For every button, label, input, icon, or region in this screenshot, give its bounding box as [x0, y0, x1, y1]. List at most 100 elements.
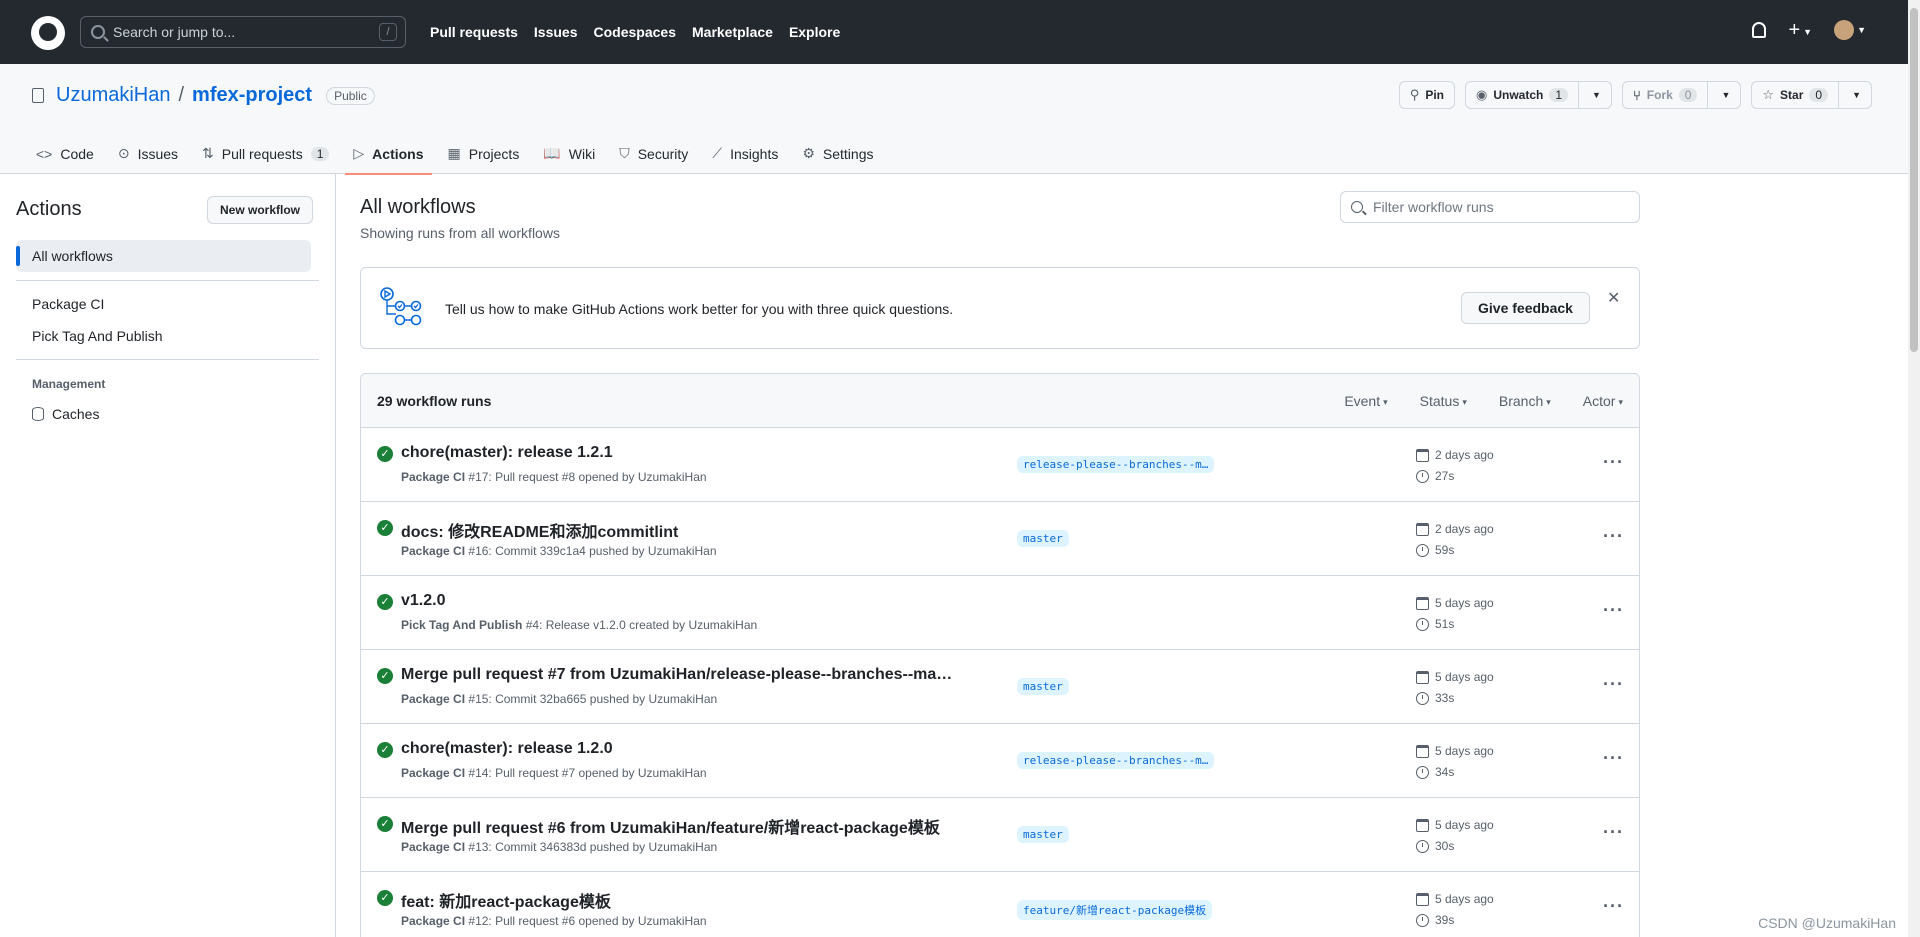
filter-branch-dropdown[interactable]: Branch ▾: [1499, 393, 1551, 409]
github-logo-icon[interactable]: [31, 16, 65, 50]
run-date-text: 2 days ago: [1435, 522, 1494, 536]
workflow-run-row[interactable]: ✓ docs: 修改README和添加commitlint Package CI…: [361, 502, 1639, 576]
search-input[interactable]: Search or jump to... /: [80, 16, 406, 48]
repo-name-link[interactable]: mfex-project: [192, 84, 312, 107]
kebab-menu-icon[interactable]: ···: [1603, 674, 1624, 695]
run-date: 5 days ago: [1416, 744, 1494, 758]
run-title-link[interactable]: chore(master): release 1.2.0: [401, 740, 613, 758]
stopwatch-icon: [1416, 691, 1429, 705]
filter-event-dropdown[interactable]: Event ▾: [1344, 393, 1387, 409]
run-duration: 30s: [1416, 839, 1454, 853]
tab-code[interactable]: <> Code: [24, 133, 106, 174]
unwatch-count: 1: [1549, 88, 1569, 102]
branch-label[interactable]: master: [1017, 530, 1069, 547]
unwatch-button[interactable]: ◉ Unwatch 1: [1464, 81, 1580, 109]
branch-label[interactable]: master: [1017, 678, 1069, 695]
caret-down-icon: ▼: [1592, 90, 1601, 100]
run-date: 5 days ago: [1416, 670, 1494, 684]
nav-issues[interactable]: Issues: [534, 24, 578, 40]
create-new-menu[interactable]: + ▼: [1788, 20, 1812, 40]
caret-down-icon: ▾: [1383, 396, 1388, 407]
kebab-menu-icon[interactable]: ···: [1603, 748, 1624, 769]
kebab-menu-icon[interactable]: ···: [1603, 896, 1624, 917]
close-icon[interactable]: ✕: [1607, 288, 1620, 308]
workflow-run-row[interactable]: ✓ Merge pull request #6 from UzumakiHan/…: [361, 798, 1639, 872]
sidebar-item-all-workflows[interactable]: All workflows: [16, 240, 311, 272]
tab-wiki[interactable]: 📖 Wiki: [531, 133, 607, 174]
run-title-link[interactable]: docs: 修改README和添加commitlint: [401, 518, 678, 542]
run-meta: Pick Tag And Publish #4: Release v1.2.0 …: [401, 618, 757, 632]
tab-pull-requests[interactable]: ⇅ Pull requests 1: [190, 133, 341, 174]
tab-label: Wiki: [568, 145, 596, 162]
pin-button[interactable]: ⚲ Pin: [1398, 81, 1455, 109]
filter-workflow-runs-input[interactable]: Filter workflow runs: [1340, 191, 1640, 223]
tab-label: Issues: [137, 145, 179, 162]
caret-down-icon: ▾: [1546, 396, 1551, 407]
stopwatch-icon: [1416, 765, 1429, 779]
branch-label[interactable]: release-please--branches--m…: [1017, 456, 1215, 473]
pin-label: Pin: [1425, 88, 1444, 102]
tab-label: Insights: [730, 145, 779, 162]
sidebar-item-caches[interactable]: Caches: [32, 406, 99, 422]
repo-owner-link[interactable]: UzumakiHan: [56, 84, 170, 107]
feedback-banner: Tell us how to make GitHub Actions work …: [360, 267, 1640, 349]
pull-request-icon: ⇅: [202, 145, 214, 161]
branch-label[interactable]: feature/新增react-package模板: [1017, 900, 1213, 920]
workflow-run-row[interactable]: ✓ chore(master): release 1.2.1 Package C…: [361, 428, 1639, 502]
kebab-menu-icon[interactable]: ···: [1603, 452, 1624, 473]
tab-settings[interactable]: ⚙ Settings: [790, 133, 885, 174]
run-title-link[interactable]: feat: 新加react-package模板: [401, 888, 611, 912]
calendar-icon: [1416, 892, 1429, 906]
run-title-link[interactable]: Merge pull request #7 from UzumakiHan/re…: [401, 666, 961, 684]
graph-icon: ⟋: [712, 145, 723, 161]
run-detail: #13: Commit 346383d pushed by UzumakiHan: [468, 840, 718, 854]
workflow-run-row[interactable]: ✓ v1.2.0 Pick Tag And Publish #4: Releas…: [361, 576, 1639, 650]
kebab-menu-icon[interactable]: ···: [1603, 822, 1624, 843]
give-feedback-button[interactable]: Give feedback: [1461, 292, 1590, 324]
tab-insights[interactable]: ⟋ Insights: [700, 133, 790, 174]
tab-projects[interactable]: ▦ Projects: [436, 133, 532, 174]
notifications-bell-icon[interactable]: [1752, 22, 1767, 38]
run-title-link[interactable]: Merge pull request #6 from UzumakiHan/fe…: [401, 814, 940, 838]
scrollbar-thumb[interactable]: [1910, 8, 1918, 352]
filter-actor-dropdown[interactable]: Actor ▾: [1583, 393, 1623, 409]
unwatch-dropdown-button[interactable]: ▼: [1579, 81, 1612, 109]
new-workflow-button[interactable]: New workflow: [207, 196, 314, 224]
filter-placeholder: Filter workflow runs: [1373, 199, 1494, 215]
play-icon: ▷: [353, 145, 365, 161]
kebab-menu-icon[interactable]: ···: [1603, 526, 1624, 547]
run-title-link[interactable]: chore(master): release 1.2.1: [401, 444, 613, 462]
sidebar-item-pick-tag-and-publish[interactable]: Pick Tag And Publish: [16, 320, 311, 352]
branch-label[interactable]: release-please--branches--m…: [1017, 752, 1215, 769]
success-check-icon: ✓: [377, 594, 393, 610]
gear-icon: ⚙: [802, 145, 815, 161]
workflow-run-row[interactable]: ✓ Merge pull request #7 from UzumakiHan/…: [361, 650, 1639, 724]
page-scrollbar[interactable]: [1908, 0, 1920, 937]
global-header: Search or jump to... / Pull requests Iss…: [0, 0, 1908, 64]
kebab-menu-icon[interactable]: ···: [1603, 600, 1624, 621]
fork-split-button: ⑂ Fork 0 ▼: [1621, 81, 1742, 109]
workflow-run-row[interactable]: ✓ chore(master): release 1.2.0 Package C…: [361, 724, 1639, 798]
run-workflow-name: Pick Tag And Publish: [401, 618, 523, 632]
tab-issues[interactable]: ⊙ Issues: [106, 133, 190, 174]
tab-security[interactable]: ⛉ Security: [607, 133, 700, 174]
star-button[interactable]: ☆ Star 0: [1751, 81, 1840, 109]
run-title-link[interactable]: v1.2.0: [401, 592, 445, 610]
nav-explore[interactable]: Explore: [789, 24, 840, 40]
nav-marketplace[interactable]: Marketplace: [692, 24, 773, 40]
tab-actions[interactable]: ▷ Actions: [341, 133, 435, 175]
tab-label: Settings: [822, 145, 874, 162]
run-date-text: 2 days ago: [1435, 448, 1494, 462]
star-dropdown-button[interactable]: ▼: [1839, 81, 1872, 109]
workflow-run-row[interactable]: ✓ feat: 新加react-package模板 Package CI #12…: [361, 872, 1639, 937]
nav-codespaces[interactable]: Codespaces: [594, 24, 676, 40]
fork-dropdown-button[interactable]: ▼: [1708, 81, 1742, 109]
workflow-runs-list: 29 workflow runs Event ▾ Status ▾ Branch ▾ …: [360, 373, 1640, 937]
sidebar-item-package-ci[interactable]: Package CI: [16, 288, 311, 320]
nav-pull-requests[interactable]: Pull requests: [430, 24, 518, 40]
fork-button[interactable]: ⑂ Fork 0: [1621, 81, 1709, 109]
filter-status-dropdown[interactable]: Status ▾: [1420, 393, 1467, 409]
code-icon: <>: [36, 145, 53, 162]
branch-label[interactable]: master: [1017, 826, 1069, 843]
user-menu[interactable]: ▼: [1834, 20, 1866, 40]
